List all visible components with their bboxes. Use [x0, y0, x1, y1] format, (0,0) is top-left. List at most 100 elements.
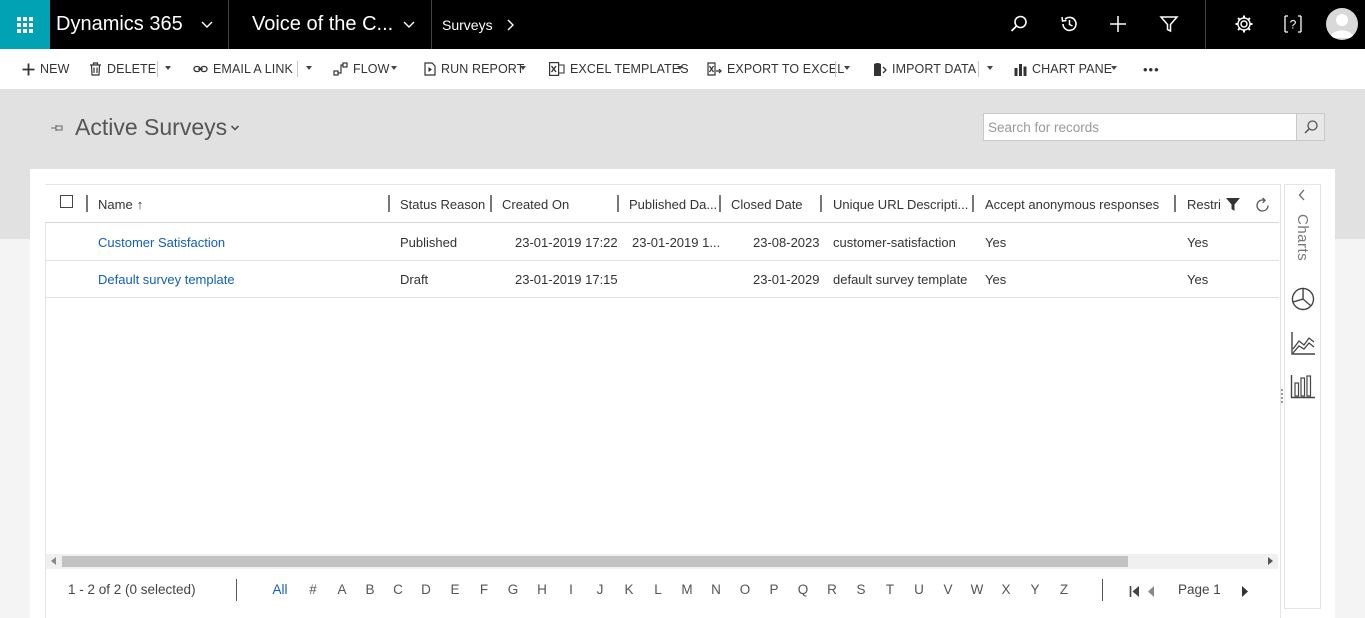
next-page-icon[interactable]: [1240, 585, 1250, 598]
column-accept-anonymous[interactable]: Accept anonymous responses: [985, 185, 1159, 223]
filter-icon[interactable]: [1157, 12, 1181, 36]
jump-letter-d[interactable]: D: [418, 582, 434, 597]
jump-letter-b[interactable]: B: [362, 582, 378, 597]
jump-letter-x[interactable]: X: [998, 582, 1014, 597]
recent-icon[interactable]: [1057, 12, 1081, 36]
chevron-left-icon[interactable]: [1297, 188, 1307, 202]
jump-letter-u[interactable]: U: [911, 582, 927, 597]
record-name-link[interactable]: Customer Satisfaction: [98, 224, 225, 261]
cell-accept-anonymous: Yes: [985, 272, 1007, 287]
jump-letter-a[interactable]: A: [334, 582, 350, 597]
jump-letter-q[interactable]: Q: [795, 582, 811, 597]
search-input[interactable]: [983, 113, 1297, 141]
scroll-right-icon[interactable]: [1268, 557, 1273, 565]
column-closed-date[interactable]: Closed Date: [731, 185, 803, 223]
import-data-dropdown-caret[interactable]: [987, 66, 993, 70]
new-label: NEW: [40, 62, 70, 76]
trash-icon: [90, 62, 101, 76]
scroll-left-icon[interactable]: [51, 557, 56, 565]
add-icon[interactable]: [1106, 12, 1130, 36]
run-report-dropdown-caret[interactable]: [520, 66, 526, 70]
cell-restrict: Yes: [1187, 272, 1209, 287]
area-chart-icon[interactable]: [1290, 330, 1316, 356]
jump-letter-y[interactable]: Y: [1027, 582, 1043, 597]
first-page-icon[interactable]: [1129, 585, 1141, 598]
delete-dropdown-caret[interactable]: [165, 66, 171, 70]
cell-published-date: 23-01-2019 1...: [632, 235, 721, 250]
jump-letter-z[interactable]: Z: [1056, 582, 1072, 597]
jump-letter-v[interactable]: V: [940, 582, 956, 597]
flow-dropdown-caret[interactable]: [391, 66, 397, 70]
chevron-down-icon[interactable]: [200, 17, 214, 31]
more-commands-button[interactable]: •••: [1143, 49, 1160, 89]
chevron-right-icon[interactable]: [506, 18, 516, 32]
jump-letter-k[interactable]: K: [621, 582, 637, 597]
column-name[interactable]: Name ↑: [98, 185, 143, 223]
import-data-button[interactable]: IMPORT DATA: [873, 49, 976, 89]
pin-icon[interactable]: [50, 121, 66, 135]
resize-grip-icon[interactable]: [1281, 388, 1283, 406]
command-bar: NEW DELETE EMAIL A LINK FLOW RUN REPORT …: [0, 49, 1365, 89]
jump-letter-e[interactable]: E: [447, 582, 463, 597]
breadcrumb-surveys[interactable]: Surveys: [442, 0, 493, 49]
jump-letter-i[interactable]: I: [563, 582, 579, 597]
jump-letter-p[interactable]: P: [766, 582, 782, 597]
jump-letter-o[interactable]: O: [737, 582, 753, 597]
jump-letter-r[interactable]: R: [824, 582, 840, 597]
jump-letter-c[interactable]: C: [390, 582, 406, 597]
new-button[interactable]: NEW: [22, 49, 69, 89]
pie-chart-icon[interactable]: [1290, 286, 1316, 312]
flow-button[interactable]: FLOW: [333, 49, 390, 89]
jump-letter-m[interactable]: M: [679, 582, 695, 597]
record-name-link[interactable]: Default survey template: [98, 261, 235, 298]
jump-letter-h[interactable]: H: [534, 582, 550, 597]
previous-page-icon[interactable]: [1146, 585, 1156, 598]
view-title[interactable]: Active Surveys: [75, 114, 227, 141]
settings-icon[interactable]: [1232, 12, 1256, 36]
chart-pane-dropdown-caret[interactable]: [1111, 66, 1117, 70]
jump-letter-l[interactable]: L: [650, 582, 666, 597]
jump-letter-g[interactable]: G: [505, 582, 521, 597]
jump-letter-w[interactable]: W: [969, 582, 985, 597]
filter-icon[interactable]: [1225, 197, 1241, 212]
column-restrict[interactable]: Restri: [1187, 185, 1221, 223]
column-chart-icon[interactable]: [1290, 373, 1316, 399]
scrollbar-thumb[interactable]: [62, 556, 1128, 567]
help-icon[interactable]: ?: [1281, 12, 1305, 36]
column-status-reason[interactable]: Status Reason: [400, 185, 485, 223]
jump-letter-t[interactable]: T: [882, 582, 898, 597]
chevron-down-icon[interactable]: [402, 17, 416, 31]
email-link-button[interactable]: EMAIL A LINK: [193, 49, 293, 89]
app-launcher-icon: [17, 16, 33, 33]
table-row[interactable]: Customer Satisfaction Published 23-01-20…: [45, 224, 1279, 261]
user-avatar-icon[interactable]: [1326, 8, 1358, 40]
export-excel-dropdown-caret[interactable]: [844, 66, 850, 70]
jump-letter-hash[interactable]: #: [305, 582, 321, 597]
search-button[interactable]: [1296, 113, 1325, 141]
export-excel-button[interactable]: EXPORT TO EXCEL: [707, 49, 844, 89]
chevron-down-icon[interactable]: [230, 124, 240, 132]
email-link-dropdown-caret[interactable]: [306, 66, 312, 70]
charts-pane-label[interactable]: Charts: [1294, 214, 1311, 261]
column-unique-url[interactable]: Unique URL Descripti...: [833, 185, 968, 223]
search-icon[interactable]: [1007, 12, 1031, 36]
select-all-checkbox[interactable]: [60, 195, 73, 208]
app-launcher-button[interactable]: [0, 0, 50, 49]
chart-pane-button[interactable]: CHART PANE: [1014, 49, 1112, 89]
jump-letter-j[interactable]: J: [592, 582, 608, 597]
refresh-icon[interactable]: [1254, 197, 1271, 214]
jump-letter-f[interactable]: F: [476, 582, 492, 597]
excel-templates-dropdown-caret[interactable]: [677, 66, 683, 70]
jump-letter-n[interactable]: N: [708, 582, 724, 597]
app-name[interactable]: Voice of the C...: [252, 0, 393, 49]
jump-letter-all[interactable]: All: [268, 582, 292, 597]
email-link-label: EMAIL A LINK: [213, 62, 293, 76]
brand-title[interactable]: Dynamics 365: [56, 0, 183, 49]
column-published-date[interactable]: Published Da...: [629, 185, 717, 223]
column-created-on[interactable]: Created On: [502, 185, 569, 223]
run-report-button[interactable]: RUN REPORT: [424, 49, 524, 89]
jump-letter-s[interactable]: S: [853, 582, 869, 597]
excel-templates-button[interactable]: EXCEL TEMPLATES: [549, 49, 689, 89]
table-row[interactable]: Default survey template Draft 23-01-2019…: [45, 261, 1279, 298]
delete-button[interactable]: DELETE: [89, 49, 156, 89]
